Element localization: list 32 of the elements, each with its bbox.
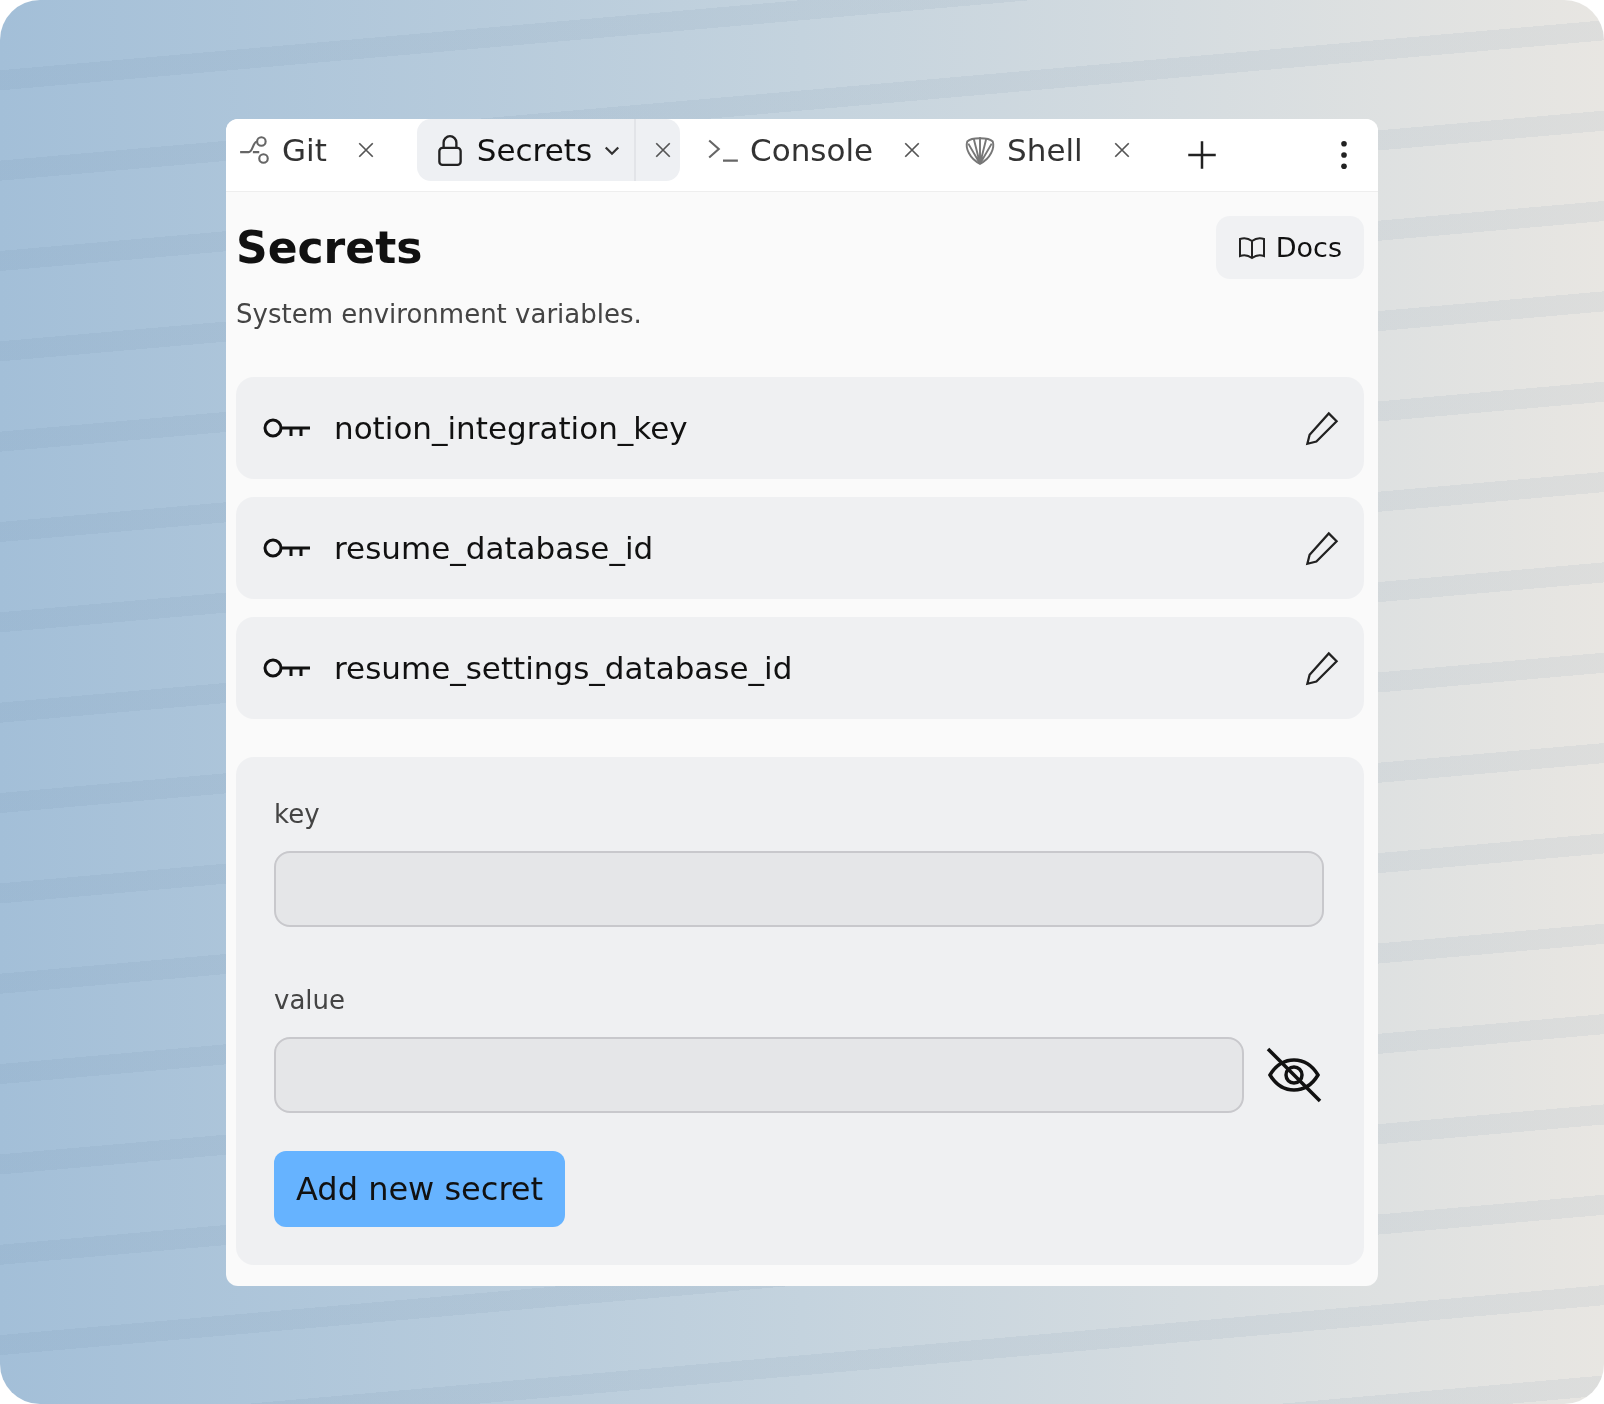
- key-icon: [262, 656, 312, 680]
- tab[interactable]: Git: [238, 119, 339, 181]
- close-icon[interactable]: [903, 141, 922, 159]
- close-icon[interactable]: [356, 141, 375, 159]
- book-icon: [1237, 235, 1266, 260]
- secret-row[interactable]: resume_database_id: [236, 497, 1364, 599]
- field-label: key: [274, 799, 320, 829]
- secret-name: resume_database_id: [334, 530, 655, 566]
- docs-button[interactable]: Docs: [1215, 216, 1364, 279]
- secret-row[interactable]: notion_integration_key: [236, 377, 1364, 479]
- add-tab-icon[interactable]: [1186, 140, 1217, 170]
- edit-icon[interactable]: [1304, 410, 1340, 446]
- secret-row[interactable]: resume_settings_database_id: [236, 617, 1364, 719]
- page-title: Secrets: [236, 222, 423, 273]
- field-label: value: [274, 985, 346, 1015]
- add-secret-button[interactable]: Add new secret: [274, 1151, 566, 1227]
- tab[interactable]: Shell: [963, 119, 1095, 181]
- key-icon: [262, 416, 312, 440]
- close-icon[interactable]: [654, 141, 673, 159]
- branch-icon: [238, 133, 272, 167]
- edit-icon[interactable]: [1304, 650, 1340, 686]
- page-subtitle: System environment variables.: [236, 299, 643, 329]
- hide-icon[interactable]: [1264, 1045, 1324, 1105]
- edit-icon[interactable]: [1304, 530, 1340, 566]
- key-icon: [262, 536, 312, 560]
- key-field[interactable]: [274, 851, 1324, 927]
- secret-name: resume_settings_database_id: [334, 650, 794, 686]
- more-icon[interactable]: [1340, 140, 1348, 170]
- tab[interactable]: Console: [706, 119, 886, 181]
- secret-name: notion_integration_key: [334, 410, 689, 446]
- close-icon[interactable]: [1112, 141, 1131, 159]
- value-field[interactable]: [274, 1037, 1244, 1113]
